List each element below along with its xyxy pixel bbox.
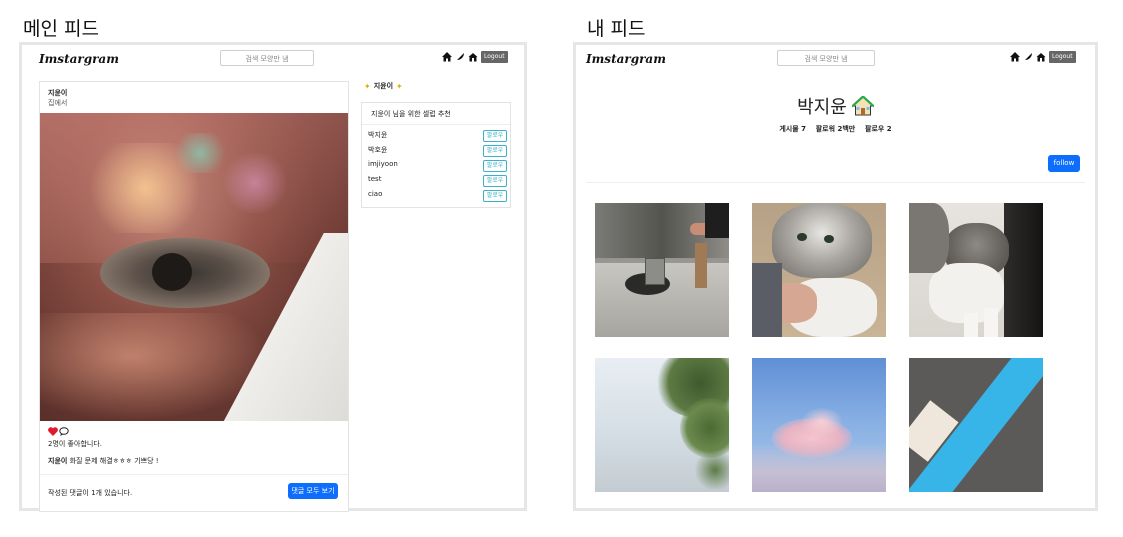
- follow-button[interactable]: 팔로우: [483, 160, 507, 172]
- follow-button[interactable]: 팔로우: [483, 190, 507, 202]
- sparkle-icon: ✦: [364, 81, 371, 91]
- home-icon[interactable]: [1010, 52, 1020, 62]
- logout-button[interactable]: Logout: [481, 51, 508, 63]
- photo-tree-sky[interactable]: [595, 358, 729, 492]
- follow-button[interactable]: 팔로우: [483, 145, 507, 157]
- photo-coffee-machine[interactable]: [595, 203, 729, 337]
- follow-button[interactable]: 팔로우: [483, 130, 507, 142]
- caption-author[interactable]: 지윤이: [48, 457, 67, 465]
- stat-posts: 게시물 7: [779, 125, 806, 133]
- recommend-title: 지윤이 님을 위한 셀럽 추천: [371, 110, 451, 118]
- recommend-name[interactable]: 박호윤: [368, 146, 387, 154]
- recommend-name[interactable]: test: [368, 175, 381, 183]
- main-feed-frame: Imstargram 검색 모양만 냄 Logout 지윤이 집에서 2명이 좋…: [19, 42, 527, 512]
- stat-following[interactable]: 팔로우 2: [865, 125, 892, 133]
- photo-cat-held[interactable]: [752, 203, 886, 337]
- photo-pink-cloud[interactable]: [752, 358, 886, 492]
- caption-text: 화질 문제 해결ㅎㅎㅎ 기쁘당 !: [69, 457, 159, 465]
- nav-icons: Logout: [442, 51, 508, 63]
- logout-button[interactable]: Logout: [1049, 51, 1076, 63]
- house-icon[interactable]: [1036, 52, 1046, 62]
- follow-button[interactable]: follow: [1048, 155, 1080, 172]
- recommend-item: ciao 팔로우: [368, 190, 510, 202]
- post-caption: 지윤이 화질 문제 해결ㅎㅎㅎ 기쁘당 !: [48, 456, 159, 466]
- nav-icons: Logout: [1010, 51, 1076, 63]
- post-author[interactable]: 지윤이: [48, 88, 67, 98]
- home-icon[interactable]: [442, 52, 452, 62]
- sparkle-icon: ✦: [396, 81, 403, 91]
- view-all-comments-button[interactable]: 댓글 모두 보기: [288, 483, 338, 499]
- heart-icon[interactable]: [48, 427, 58, 436]
- divider: [586, 182, 1085, 183]
- divider: [40, 474, 348, 475]
- brand-logo[interactable]: Imstargram: [39, 52, 119, 66]
- recommend-panel: 지윤이 님을 위한 셀럽 추천 박지윤 팔로우 박호윤 팔로우 imjiyoon…: [361, 102, 511, 208]
- post-image[interactable]: [40, 113, 348, 421]
- recommend-item: test 팔로우: [368, 175, 510, 187]
- profile-stats: 게시물 7 팔로워 2백만 팔로우 2: [576, 124, 1095, 134]
- recommend-item: 박호윤 팔로우: [368, 145, 510, 157]
- photo-blue-tape[interactable]: [909, 358, 1043, 492]
- divider: [362, 124, 510, 125]
- stat-followers[interactable]: 팔로워 2백만: [816, 125, 856, 133]
- profile-name: 박지윤: [797, 97, 847, 118]
- recommend-item: 박지윤 팔로우: [368, 130, 510, 142]
- house-emoji-icon: [851, 95, 875, 116]
- post-location: 집에서: [48, 99, 68, 107]
- comment-count: 작성된 댓글이 1개 있습니다.: [48, 489, 133, 497]
- side-username[interactable]: 지윤이: [374, 81, 393, 91]
- main-feed-caption: 메인 피드: [23, 18, 99, 40]
- my-feed-caption: 내 피드: [587, 18, 646, 40]
- feather-icon[interactable]: [455, 52, 465, 62]
- recommend-name[interactable]: 박지윤: [368, 131, 387, 139]
- recommend-name[interactable]: imjiyoon: [368, 160, 398, 168]
- recommend-name[interactable]: ciao: [368, 190, 382, 198]
- profile-header: 박지윤: [576, 93, 1095, 119]
- recommend-item: imjiyoon 팔로우: [368, 160, 510, 172]
- comment-icon[interactable]: [59, 427, 69, 436]
- house-icon[interactable]: [468, 52, 478, 62]
- brand-logo[interactable]: Imstargram: [586, 52, 666, 66]
- search-input[interactable]: 검색 모양만 냄: [777, 50, 875, 66]
- likes-count: 2명이 좋아합니다.: [48, 440, 102, 448]
- side-user-header: ✦ 지윤이 ✦: [364, 81, 403, 91]
- feather-icon[interactable]: [1023, 52, 1033, 62]
- photo-cat-standing[interactable]: [909, 203, 1043, 337]
- post-actions: [48, 427, 69, 436]
- my-feed-frame: Imstargram 검색 모양만 냄 Logout 박지윤 게시물 7 팔로워…: [573, 42, 1098, 511]
- post-card: 지윤이 집에서 2명이 좋아합니다. 지윤이 화질 문제 해결ㅎㅎㅎ 기쁘당 !…: [39, 81, 349, 512]
- search-input[interactable]: 검색 모양만 냄: [220, 50, 314, 66]
- follow-button[interactable]: 팔로우: [483, 175, 507, 187]
